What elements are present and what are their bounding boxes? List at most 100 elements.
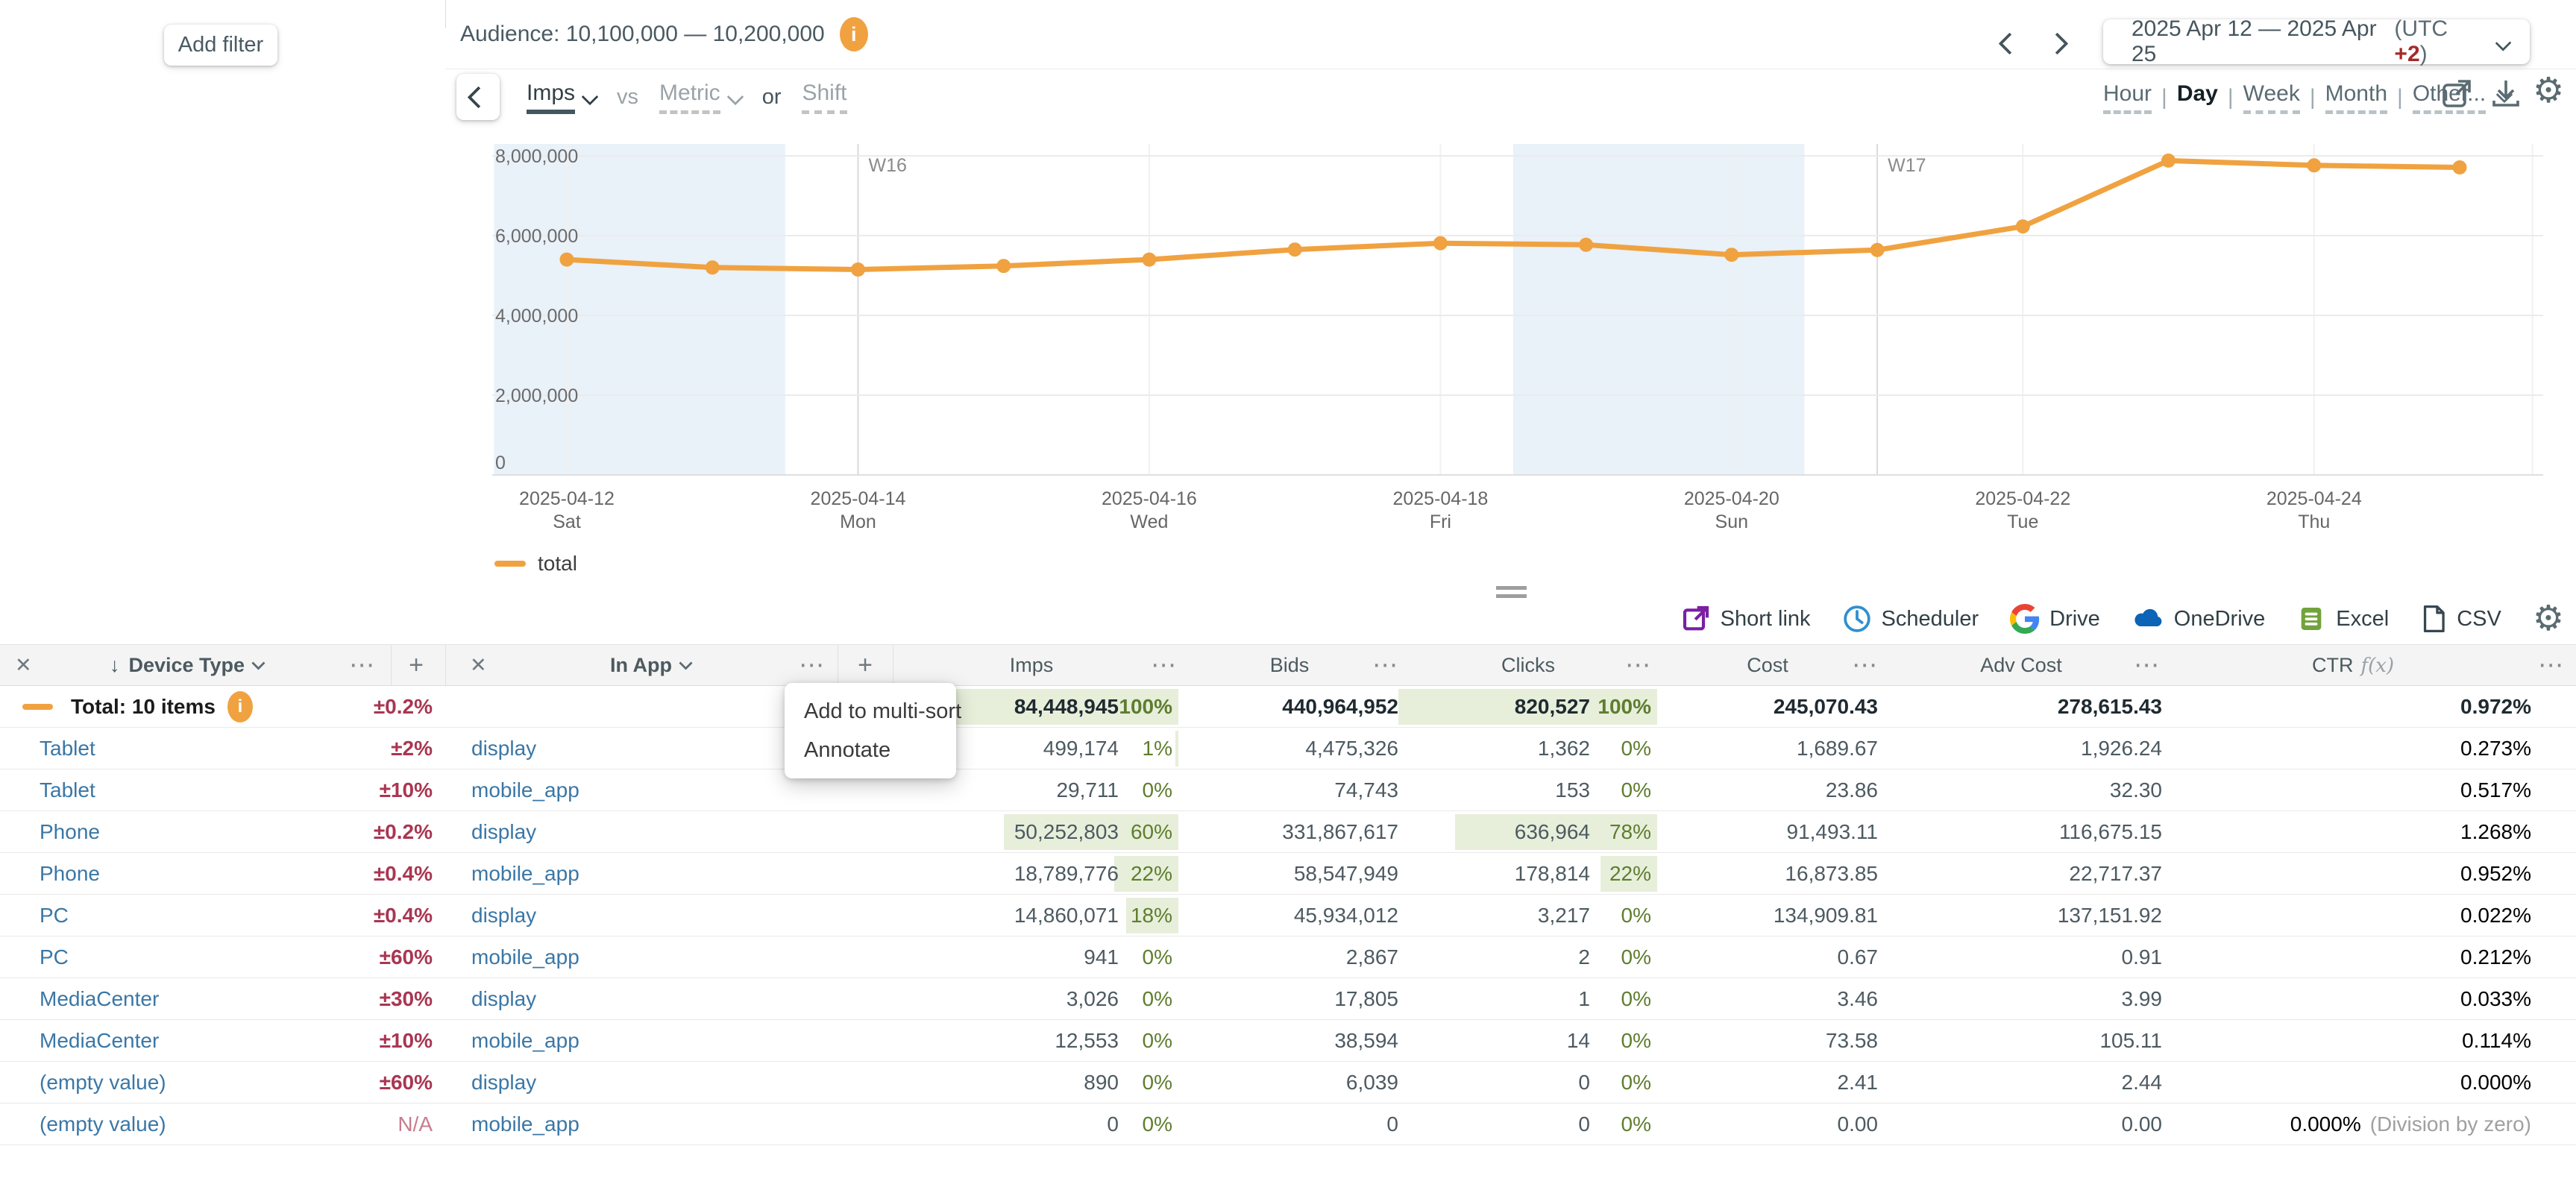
chevron-down-icon bbox=[679, 656, 692, 670]
device-type-link[interactable]: MediaCenter bbox=[40, 1020, 159, 1061]
date-range-picker[interactable]: 2025 Apr 12 — 2025 Apr 25 (UTC +2) bbox=[2103, 19, 2530, 64]
inapp-link[interactable]: display bbox=[471, 895, 536, 936]
open-in-new-icon[interactable] bbox=[2439, 76, 2475, 112]
export-csv[interactable]: CSV bbox=[2420, 604, 2501, 634]
info-icon[interactable]: i bbox=[227, 691, 253, 722]
delta-tolerance: ±0.4% bbox=[374, 853, 433, 894]
adv-cost-column-header[interactable]: Adv Cost bbox=[1980, 645, 2062, 686]
adv-cost-value: 32.30 bbox=[2110, 769, 2162, 810]
gear-icon[interactable]: ⚙ bbox=[2533, 73, 2564, 109]
date-next-button[interactable] bbox=[2041, 27, 2073, 60]
inapp-link[interactable]: mobile_app bbox=[471, 1020, 579, 1061]
imps-column-header[interactable]: Imps bbox=[1010, 645, 1054, 686]
chart-back-button[interactable] bbox=[456, 74, 500, 120]
add-column-icon[interactable]: + bbox=[858, 645, 873, 686]
remove-device-column-icon[interactable]: ✕ bbox=[15, 645, 32, 686]
imps-percent: 0% bbox=[1143, 1103, 1172, 1145]
adv-cost-value: 0.00 bbox=[2122, 1103, 2163, 1145]
svg-text:Sun: Sun bbox=[1715, 511, 1748, 532]
device-type-link[interactable]: (empty value) bbox=[40, 1103, 166, 1145]
inapp-link[interactable]: display bbox=[471, 978, 536, 1019]
device-column-menu-icon[interactable]: ⋯ bbox=[349, 645, 374, 686]
sort-desc-icon: ↓ bbox=[110, 645, 120, 686]
imps-percent: 0% bbox=[1143, 978, 1172, 1019]
menu-item-add-to-multi-sort[interactable]: Add to multi-sort bbox=[785, 692, 956, 731]
inapp-column-header[interactable]: In App bbox=[610, 645, 691, 686]
clicks-column-menu-icon[interactable]: ⋯ bbox=[1625, 645, 1650, 686]
cost-column-header[interactable]: Cost bbox=[1747, 645, 1788, 686]
imps-by-day-line-chart[interactable]: W16W1702,000,0004,000,0006,000,0008,000,… bbox=[485, 138, 2573, 533]
table-row: Phone±0.4%mobile_app18,789,77622%58,547,… bbox=[0, 853, 2576, 895]
table-settings-gear-icon[interactable]: ⚙ bbox=[2533, 601, 2564, 637]
inapp-link[interactable]: display bbox=[471, 1062, 536, 1103]
device-type-link[interactable]: (empty value) bbox=[40, 1062, 166, 1103]
granularity-month[interactable]: Month bbox=[2325, 81, 2387, 114]
export-label: Scheduler bbox=[1882, 607, 1979, 632]
device-type-link[interactable]: MediaCenter bbox=[40, 978, 159, 1019]
granularity-week[interactable]: Week bbox=[2243, 81, 2300, 114]
adv-cost-value: 1,926.24 bbox=[2081, 728, 2162, 769]
add-filter-button[interactable]: Add filter bbox=[164, 25, 277, 66]
bids-value: 6,039 bbox=[1346, 1062, 1398, 1103]
clicks-column-header[interactable]: Clicks bbox=[1501, 645, 1555, 686]
inapp-column-menu-icon[interactable]: ⋯ bbox=[799, 645, 824, 686]
ctr-column-header[interactable]: CTRf(x) bbox=[2312, 645, 2394, 686]
date-prev-button[interactable] bbox=[1993, 27, 2026, 60]
device-type-link[interactable]: PC bbox=[40, 936, 69, 977]
chevron-down-icon bbox=[2495, 35, 2511, 51]
table-row-total: Total: 10 itemsi±0.2%84,448,945100%440,9… bbox=[0, 686, 2576, 728]
download-icon[interactable] bbox=[2488, 76, 2524, 112]
svg-text:Fri: Fri bbox=[1430, 511, 1451, 532]
bids-value: 45,934,012 bbox=[1294, 895, 1398, 936]
device-type-link[interactable]: Phone bbox=[40, 811, 100, 852]
imps-percent-bar bbox=[1175, 731, 1178, 766]
info-icon[interactable]: i bbox=[840, 17, 868, 51]
inapp-link[interactable]: display bbox=[471, 728, 536, 769]
clicks-value: 3,217 bbox=[1538, 895, 1590, 936]
onedrive-cloud-icon bbox=[2132, 604, 2164, 634]
scheduler-clock-icon bbox=[1842, 604, 1872, 634]
granularity-day[interactable]: Day bbox=[2177, 81, 2218, 114]
shift-option[interactable]: Shift bbox=[802, 81, 846, 114]
export-onedrive[interactable]: OneDrive bbox=[2132, 604, 2266, 634]
clicks-value: 820,527 bbox=[1515, 686, 1590, 727]
bids-column-menu-icon[interactable]: ⋯ bbox=[1372, 645, 1398, 686]
clicks-percent: 0% bbox=[1621, 895, 1651, 936]
clicks-value: 1 bbox=[1578, 978, 1590, 1019]
granularity-hour[interactable]: Hour bbox=[2103, 81, 2152, 114]
device-type-link[interactable]: Tablet bbox=[40, 769, 95, 810]
bids-column-header[interactable]: Bids bbox=[1270, 645, 1310, 686]
chart-resize-handle[interactable] bbox=[1496, 586, 1527, 602]
secondary-metric-dropdown[interactable]: Metric bbox=[659, 81, 741, 114]
device-type-link[interactable]: Phone bbox=[40, 853, 100, 894]
menu-item-annotate[interactable]: Annotate bbox=[785, 731, 956, 769]
inapp-link[interactable]: mobile_app bbox=[471, 936, 579, 977]
export-drive[interactable]: Drive bbox=[2010, 604, 2100, 634]
total-label: Total: 10 items bbox=[71, 686, 216, 727]
panel-divider bbox=[445, 0, 446, 28]
export-scheduler[interactable]: Scheduler bbox=[1842, 604, 1979, 634]
inapp-link[interactable]: mobile_app bbox=[471, 1103, 579, 1145]
add-column-icon[interactable]: + bbox=[409, 645, 424, 686]
svg-text:2025-04-16: 2025-04-16 bbox=[1102, 488, 1197, 509]
inapp-link[interactable]: mobile_app bbox=[471, 769, 579, 810]
imps-column-menu-icon[interactable]: ⋯ bbox=[1151, 645, 1176, 686]
export-excel[interactable]: Excel bbox=[2296, 604, 2389, 634]
ctr-column-menu-icon[interactable]: ⋯ bbox=[2538, 645, 2563, 686]
device-type-link[interactable]: PC bbox=[40, 895, 69, 936]
cost-column-menu-icon[interactable]: ⋯ bbox=[1852, 645, 1877, 686]
remove-inapp-column-icon[interactable]: ✕ bbox=[470, 645, 487, 686]
clicks-percent: 0% bbox=[1621, 978, 1651, 1019]
export-short-link[interactable]: Short link bbox=[1681, 604, 1811, 634]
svg-text:4,000,000: 4,000,000 bbox=[495, 306, 578, 327]
primary-metric-dropdown[interactable]: Imps bbox=[527, 81, 596, 114]
adv-cost-column-menu-icon[interactable]: ⋯ bbox=[2134, 645, 2159, 686]
inapp-link[interactable]: mobile_app bbox=[471, 853, 579, 894]
device-type-column-header[interactable]: ↓ Device Type bbox=[110, 645, 263, 686]
imps-value: 499,174 bbox=[1043, 728, 1119, 769]
inapp-link[interactable]: display bbox=[471, 811, 536, 852]
cost-value: 73.58 bbox=[1826, 1020, 1878, 1061]
device-type-link[interactable]: Tablet bbox=[40, 728, 95, 769]
bids-value: 440,964,952 bbox=[1282, 686, 1398, 727]
table-row: PC±0.4%display14,860,07118%45,934,0123,2… bbox=[0, 895, 2576, 936]
